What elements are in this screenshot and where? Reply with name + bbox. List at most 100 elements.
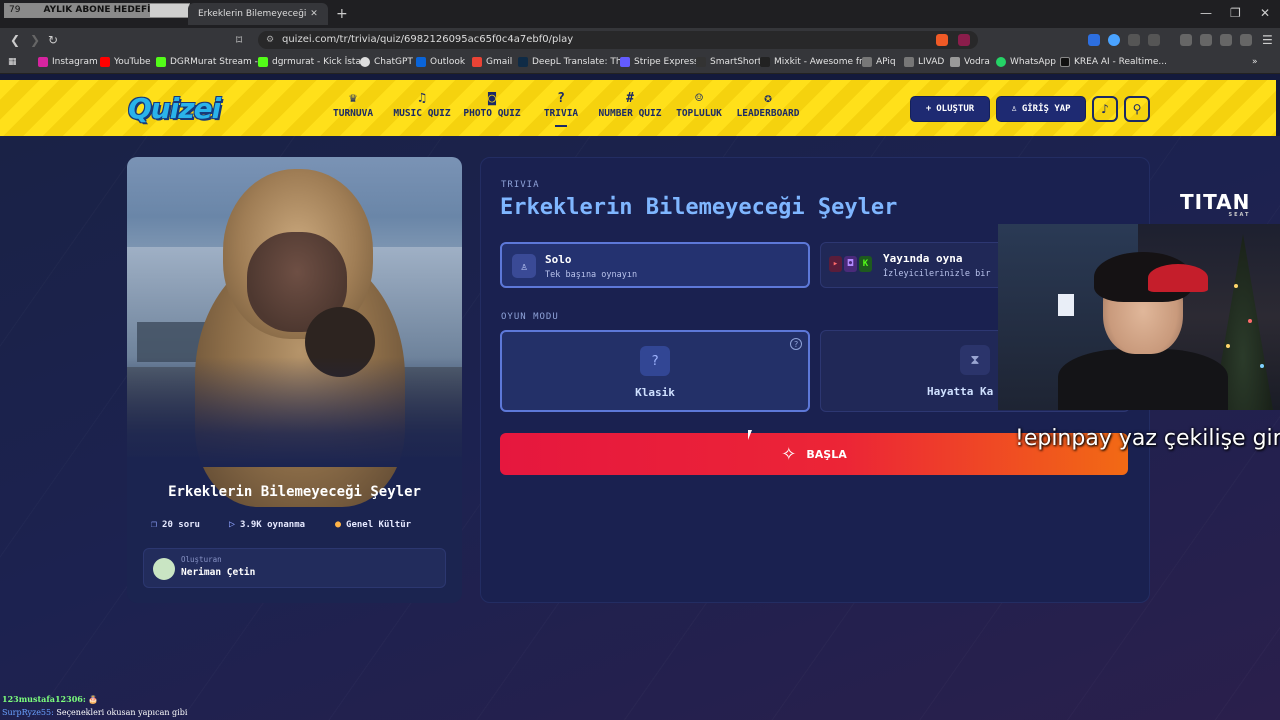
wallet-icon[interactable] bbox=[1200, 34, 1212, 46]
create-button[interactable]: + OLUŞTUR bbox=[910, 96, 990, 122]
browser-menu-icon[interactable]: ☰ bbox=[1262, 33, 1273, 47]
browser-tab-active[interactable]: Erkeklerin Bilemeyeceği Şeyler ✕ bbox=[188, 3, 328, 25]
url-field[interactable]: ⚙ quizei.com/tr/trivia/quiz/6982126095ac… bbox=[258, 31, 978, 49]
question-count: ❐ 20 soru bbox=[151, 519, 200, 530]
more-bookmarks-icon[interactable]: » bbox=[1252, 57, 1258, 67]
quiz-cover-image bbox=[127, 157, 462, 507]
restore-icon[interactable]: ❐ bbox=[1230, 6, 1241, 20]
forward-icon[interactable]: ❯ bbox=[30, 33, 40, 47]
deepl-icon bbox=[518, 57, 528, 67]
site-logo[interactable]: Quizei bbox=[128, 92, 221, 125]
users-icon: ☺ bbox=[695, 91, 703, 106]
nav-turnuva[interactable]: ♛ TURNUVA bbox=[333, 90, 373, 119]
chatgpt-icon bbox=[360, 57, 370, 67]
bookmarks-bar: ▦ Instagram YouTube DGRMurat Stream -...… bbox=[0, 52, 1280, 74]
quiz-category: ● Genel Kültür bbox=[335, 519, 412, 530]
help-icon[interactable]: ? bbox=[790, 338, 802, 350]
bookmark-item[interactable]: Stripe Express bbox=[620, 57, 699, 67]
bell-icon: ♪ bbox=[1101, 102, 1109, 116]
vodra-icon bbox=[950, 57, 960, 67]
hash-icon: # bbox=[626, 91, 634, 106]
category-emoji-icon: ● bbox=[335, 519, 342, 530]
nav-music-quiz[interactable]: ♫ MUSIC QUIZ bbox=[392, 90, 452, 119]
window-close-icon[interactable]: ✕ bbox=[1260, 6, 1270, 20]
apiq-icon bbox=[862, 57, 872, 67]
bookmark-item[interactable]: YouTube bbox=[100, 57, 151, 67]
brave-shield-icon[interactable] bbox=[936, 34, 948, 46]
active-nav-indicator bbox=[555, 125, 567, 127]
solo-subtitle: Tek başına oynayın bbox=[545, 270, 638, 280]
mouse-cursor bbox=[748, 430, 752, 440]
bookmark-item[interactable]: Vodra bbox=[950, 57, 990, 67]
nav-trivia[interactable]: ? TRIVIA bbox=[542, 90, 580, 127]
browser-address-bar: ❮ ❯ ↻ ⌑ ⚙ quizei.com/tr/trivia/quiz/6982… bbox=[0, 28, 1280, 52]
twitch-icon: ◘ bbox=[844, 256, 857, 272]
sidebar-icon[interactable] bbox=[1180, 34, 1192, 46]
mixkit-icon bbox=[760, 57, 770, 67]
back-icon[interactable]: ❮ bbox=[10, 33, 20, 47]
kick-icon bbox=[258, 57, 268, 67]
bookmark-item[interactable]: SmartShort bbox=[696, 57, 761, 67]
bookmark-item[interactable]: LIVAD bbox=[904, 57, 944, 67]
whatsapp-icon bbox=[996, 57, 1006, 67]
tab-close-icon[interactable]: ✕ bbox=[308, 9, 320, 19]
brave-rewards-icon[interactable] bbox=[958, 34, 970, 46]
solo-option[interactable]: ♙ Solo Tek başına oynayın bbox=[500, 242, 810, 288]
vpn-icon[interactable] bbox=[1240, 34, 1252, 46]
bookmark-item[interactable]: WhatsApp bbox=[996, 57, 1056, 67]
bookmark-item[interactable]: Instagram bbox=[38, 57, 98, 67]
apps-grid-icon[interactable]: ▦ bbox=[8, 57, 17, 67]
bookmark-item[interactable]: APiq bbox=[862, 57, 896, 67]
subscriber-goal-bar: 79 AYLIK ABONE HEDEFİ 100 bbox=[4, 3, 211, 18]
extension-icon-3[interactable] bbox=[1148, 34, 1160, 46]
user-icon: ♙ bbox=[512, 254, 536, 278]
browser-tab-bar: 79 AYLIK ABONE HEDEFİ 100 Erkeklerin Bil… bbox=[0, 0, 1280, 28]
new-tab-icon[interactable]: + bbox=[336, 6, 348, 22]
search-icon: ⚲ bbox=[1132, 102, 1142, 116]
copy-icon: ❐ bbox=[151, 519, 158, 530]
extensions-puzzle-icon[interactable] bbox=[1128, 34, 1140, 46]
trophy-icon: ♛ bbox=[349, 91, 357, 106]
search-button[interactable]: ⚲ bbox=[1124, 96, 1150, 122]
mode-classic[interactable]: ? ? Klasik bbox=[500, 330, 810, 412]
leo-ai-icon[interactable] bbox=[1220, 34, 1232, 46]
reload-icon[interactable]: ↻ bbox=[48, 33, 58, 47]
music-icon: ♫ bbox=[418, 91, 426, 106]
bookmark-item[interactable]: Mixkit - Awesome fr... bbox=[760, 57, 870, 67]
nav-leaderboard[interactable]: ✪ LEADERBOARD bbox=[736, 90, 800, 119]
youtube-icon: ▸ bbox=[829, 256, 842, 272]
login-button[interactable]: ♙ GİRİŞ YAP bbox=[996, 96, 1086, 122]
site-info-icon[interactable]: ⚙ bbox=[266, 31, 274, 49]
hourglass-icon: ⧗ bbox=[960, 345, 990, 375]
plus-icon: + bbox=[925, 104, 932, 114]
gmail-icon bbox=[472, 57, 482, 67]
stripe-icon bbox=[620, 57, 630, 67]
stream-platform-icons: ▸ ◘ K bbox=[829, 256, 872, 272]
bookmark-item[interactable]: ChatGPT bbox=[360, 57, 413, 67]
nav-topluluk[interactable]: ☺ TOPLULUK bbox=[676, 90, 722, 119]
nav-number-quiz[interactable]: # NUMBER QUIZ bbox=[598, 90, 662, 119]
creator-avatar bbox=[153, 558, 175, 580]
bookmark-item[interactable]: dgrmurat - Kick İsta... bbox=[258, 57, 370, 67]
sponsor-logo: TITAN SEAT bbox=[1180, 190, 1251, 218]
bookmark-item[interactable]: Outlook bbox=[416, 57, 465, 67]
creator-box[interactable]: Oluşturan Neriman Çetin bbox=[143, 548, 446, 588]
extension-icon-2[interactable] bbox=[1108, 34, 1120, 46]
extension-icon-1[interactable] bbox=[1088, 34, 1100, 46]
medal-icon: ✪ bbox=[764, 91, 772, 106]
page-title: Erkeklerin Bilemeyeceği Şeyler bbox=[500, 195, 898, 220]
quiz-info-card: Erkeklerin Bilemeyeceği Şeyler ❐ 20 soru… bbox=[127, 157, 462, 603]
bookmark-item[interactable]: DGRMurat Stream -... bbox=[156, 57, 267, 67]
stream-subtitle: İzleyicilerinizle bir bbox=[883, 269, 991, 279]
minimize-icon[interactable]: — bbox=[1200, 6, 1212, 20]
instagram-icon bbox=[38, 57, 48, 67]
notifications-button[interactable]: ♪ bbox=[1092, 96, 1118, 122]
question-circle-icon: ? bbox=[640, 346, 670, 376]
nav-photo-quiz[interactable]: ◙ PHOTO QUIZ bbox=[462, 90, 522, 119]
bookmark-icon[interactable]: ⌑ bbox=[236, 33, 242, 47]
bookmark-item[interactable]: DeepL Translate: Th... bbox=[518, 57, 630, 67]
sparkle-icon: ✧ bbox=[781, 443, 797, 465]
panel-category: TRIVIA bbox=[501, 180, 540, 190]
bookmark-item[interactable]: Gmail bbox=[472, 57, 512, 67]
bookmark-item[interactable]: KREA AI - Realtime... bbox=[1060, 57, 1167, 67]
